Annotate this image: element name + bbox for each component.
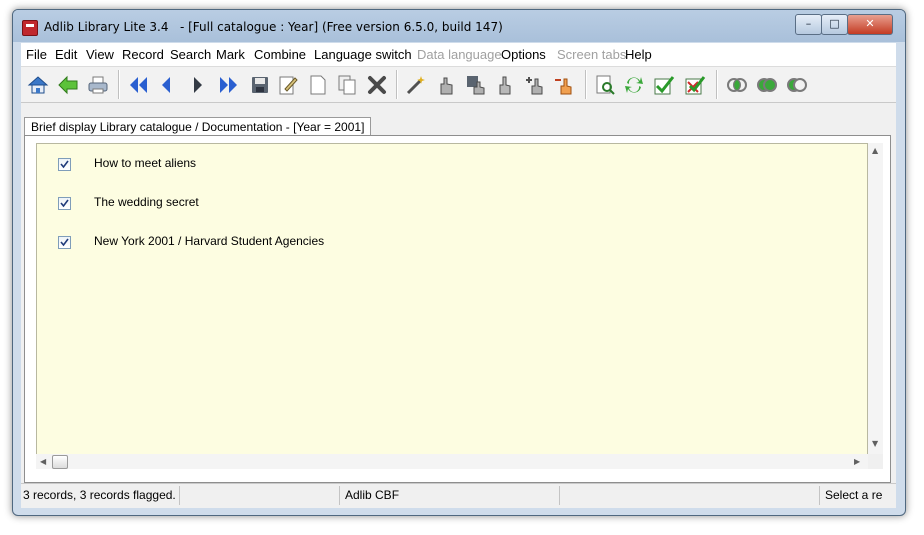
menu-record[interactable]: Record <box>122 47 164 62</box>
resize-grip-icon[interactable] <box>868 454 883 469</box>
hand-add-icon[interactable] <box>523 73 547 97</box>
scroll-down-icon[interactable]: ▼ <box>872 439 878 448</box>
vertical-scrollbar[interactable]: ▲ ▼ <box>868 143 883 454</box>
record-title[interactable]: The wedding secret <box>94 195 199 209</box>
search-record-icon[interactable] <box>593 73 617 97</box>
menu-help[interactable]: Help <box>625 47 652 62</box>
hand-point-icon[interactable] <box>492 73 516 97</box>
print-icon[interactable] <box>86 73 110 97</box>
list-item[interactable]: New York 2001 / Harvard Student Agencies <box>37 231 857 251</box>
previous-record-icon[interactable] <box>154 73 178 97</box>
toolbar-separator <box>585 70 587 99</box>
toolbar-separator <box>396 70 398 99</box>
record-checkbox[interactable] <box>58 236 71 249</box>
maximize-button[interactable]: □ <box>821 14 848 35</box>
edit-icon[interactable] <box>276 73 300 97</box>
scroll-up-icon[interactable]: ▲ <box>872 146 878 155</box>
menu-view[interactable]: View <box>86 47 114 62</box>
back-arrow-icon[interactable] <box>56 73 80 97</box>
next-record-icon[interactable] <box>186 73 210 97</box>
check-cross-icon[interactable] <box>683 73 707 97</box>
hand-save-icon[interactable] <box>464 73 488 97</box>
menu-file[interactable]: File <box>26 47 47 62</box>
status-bar: 3 records, 3 records flagged. Adlib CBF … <box>21 483 896 508</box>
copy-record-icon[interactable] <box>335 73 359 97</box>
menu-language-switch[interactable]: Language switch <box>314 47 412 62</box>
hand-pick-icon[interactable] <box>434 73 458 97</box>
close-button[interactable]: ✕ <box>847 14 893 35</box>
scroll-right-icon[interactable]: ▶ <box>854 457 860 466</box>
record-checkbox[interactable] <box>58 197 71 210</box>
client-area: File Edit View Record Search Mark Combin… <box>21 43 896 508</box>
refresh-icon[interactable] <box>622 73 646 97</box>
menu-bar: File Edit View Record Search Mark Combin… <box>21 43 896 67</box>
toolbar-separator <box>716 70 718 99</box>
scroll-left-icon[interactable]: ◀ <box>40 457 46 466</box>
record-checkbox[interactable] <box>58 158 71 171</box>
list-item[interactable]: The wedding secret <box>37 192 857 212</box>
tab-brief-display[interactable]: Brief display Library catalogue / Docume… <box>24 117 372 137</box>
delete-icon[interactable] <box>365 73 389 97</box>
menu-combine[interactable]: Combine <box>254 47 306 62</box>
toolbar-separator <box>118 70 120 99</box>
hand-remove-icon[interactable] <box>552 73 576 97</box>
first-record-icon[interactable] <box>126 73 150 97</box>
horizontal-scroll-thumb[interactable] <box>52 455 68 469</box>
status-hint: Select a re <box>825 488 883 502</box>
menu-search[interactable]: Search <box>170 47 211 62</box>
record-list: How to meet aliens The wedding secret Ne… <box>36 143 868 456</box>
status-record-count: 3 records, 3 records flagged. <box>23 486 180 505</box>
status-empty-pane <box>181 486 340 505</box>
minimize-button[interactable]: – <box>795 14 822 35</box>
last-record-icon[interactable] <box>217 73 241 97</box>
home-icon[interactable] <box>26 73 50 97</box>
screen-tab-strip: Brief display Library catalogue / Docume… <box>21 113 896 137</box>
menu-screen-tabs: Screen tabs <box>557 47 627 62</box>
new-record-icon[interactable] <box>306 73 330 97</box>
record-title[interactable]: How to meet aliens <box>94 156 196 170</box>
horizontal-scrollbar[interactable]: ◀ ▶ <box>36 454 868 469</box>
combine-and-icon[interactable] <box>725 73 749 97</box>
menu-options[interactable]: Options <box>501 47 546 62</box>
status-empty-pane <box>561 486 820 505</box>
record-title[interactable]: New York 2001 / Harvard Student Agencies <box>94 234 324 248</box>
save-icon[interactable] <box>248 73 272 97</box>
menu-edit[interactable]: Edit <box>55 47 77 62</box>
app-logo-icon[interactable] <box>22 20 38 36</box>
combine-or-icon[interactable] <box>755 73 779 97</box>
window-title: Adlib Library Lite 3.4 - [Full catalogue… <box>44 20 503 34</box>
toolbar <box>21 67 896 103</box>
wand-icon[interactable] <box>404 73 428 97</box>
title-bar[interactable]: Adlib Library Lite 3.4 - [Full catalogue… <box>13 10 905 42</box>
combine-not-icon[interactable] <box>785 73 809 97</box>
menu-data-language: Data language <box>417 47 502 62</box>
menu-mark[interactable]: Mark <box>216 47 245 62</box>
check-icon[interactable] <box>652 73 676 97</box>
status-database: Adlib CBF <box>345 486 560 505</box>
brief-display-panel: How to meet aliens The wedding secret Ne… <box>24 135 891 483</box>
list-item[interactable]: How to meet aliens <box>37 153 857 173</box>
application-window: Adlib Library Lite 3.4 - [Full catalogue… <box>12 9 906 516</box>
